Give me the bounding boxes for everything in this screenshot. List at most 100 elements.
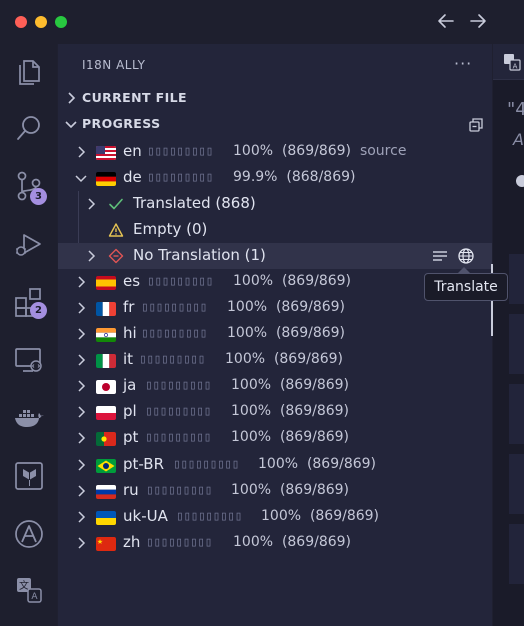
progress-bar: ▯▯▯▯▯▯▯▯▯ [173, 457, 239, 472]
section-progress[interactable]: PROGRESS [58, 113, 492, 137]
de-empty-row[interactable]: Empty (0) [58, 217, 492, 243]
remote-explorer-icon[interactable] [11, 342, 47, 378]
locale-code: en [123, 142, 142, 160]
locale-stats: 100% (869/869) [231, 377, 349, 393]
collapse-all-icon[interactable] [468, 117, 484, 133]
locale-count: (869/869) [275, 325, 346, 341]
run-debug-icon[interactable] [11, 226, 47, 262]
locale-row-en[interactable]: en ▯▯▯▯▯▯▯▯▯ 100% (869/869) source [58, 139, 492, 165]
locale-count: (869/869) [281, 534, 352, 550]
progress-bar: ▯▯▯▯▯▯▯▯▯ [145, 378, 211, 393]
de-translated-row[interactable]: Translated (868) [58, 191, 492, 217]
locale-code: de [123, 168, 142, 186]
chevron-right-icon [78, 276, 86, 288]
locale-row-it[interactable]: it ▯▯▯▯▯▯▯▯▯ 100% (869/869) [58, 347, 492, 373]
france-flag-icon [96, 302, 116, 316]
locale-percent: 100% [231, 429, 272, 445]
locale-code: zh [123, 533, 141, 551]
italy-flag-icon [96, 354, 116, 368]
progress-bar: ▯▯▯▯▯▯▯▯▯ [176, 509, 242, 524]
editor-panel-block [509, 524, 524, 584]
de-no-translation-row[interactable]: No Translation (1) [58, 243, 492, 269]
terraform-icon[interactable] [11, 458, 47, 494]
locale-stats: 100% (869/869) [233, 534, 351, 550]
chevron-right-icon [78, 511, 86, 523]
back-arrow-icon[interactable] [435, 10, 457, 32]
search-icon[interactable] [11, 110, 47, 146]
locale-percent: 99.9% [233, 169, 278, 185]
poland-flag-icon [96, 406, 116, 420]
locale-count: (869/869) [279, 429, 350, 445]
i18n-ally-sidebar: I18N ALLY ··· CURRENT FILE PROGRESS en ▯… [58, 44, 493, 626]
locale-row-zh[interactable]: zh ▯▯▯▯▯▯▯▯▯ 100% (869/869) [58, 530, 492, 556]
locale-stats: 100% (869/869) [233, 273, 351, 289]
extensions-badge: 2 [30, 302, 47, 319]
activity-bar: 3 2 文 A [0, 44, 57, 626]
minimize-window-button[interactable] [35, 16, 47, 28]
chevron-right-icon [78, 354, 86, 366]
forward-arrow-icon[interactable] [467, 10, 489, 32]
locale-stats: 100% (869/869) [227, 299, 345, 315]
editor-panel-block [509, 254, 524, 304]
translate-tooltip: Translate [424, 273, 508, 301]
locale-stats: 100% (869/869) [258, 456, 376, 472]
progress-bar: ▯▯▯▯▯▯▯▯▯ [145, 430, 211, 445]
section-current-file[interactable]: CURRENT FILE [58, 87, 492, 111]
locale-row-hi[interactable]: hi ▯▯▯▯▯▯▯▯▯ 100% (869/869) [58, 321, 492, 347]
empty-label: Empty (0) [133, 220, 208, 238]
ukraine-flag-icon [96, 511, 116, 525]
locale-row-pt-br[interactable]: pt-BR ▯▯▯▯▯▯▯▯▯ 100% (869/869) [58, 452, 492, 478]
locale-percent: 100% [233, 534, 274, 550]
svg-text:A: A [31, 592, 38, 602]
germany-flag-icon [96, 172, 116, 186]
list-lines-icon[interactable] [431, 247, 449, 265]
locale-code: ru [123, 481, 139, 499]
locale-percent: 100% [233, 143, 274, 159]
locale-row-de[interactable]: de ▯▯▯▯▯▯▯▯▯ 99.9% (868/869) [58, 165, 492, 191]
locale-code: fr [123, 298, 135, 316]
globe-icon [516, 175, 524, 187]
locale-code: pt [123, 428, 139, 446]
spain-flag-icon [96, 276, 116, 290]
locale-stats: 100% (869/869) [227, 325, 345, 341]
locale-row-pl[interactable]: pl ▯▯▯▯▯▯▯▯▯ 100% (869/869) [58, 399, 492, 425]
more-actions-button[interactable]: ··· [454, 54, 472, 73]
locale-row-uk-ua[interactable]: uk-UA ▯▯▯▯▯▯▯▯▯ 100% (869/869) [58, 504, 492, 530]
editor-code-fragment: "4 [507, 99, 524, 120]
locale-count: (869/869) [275, 299, 346, 315]
chevron-down-icon [65, 121, 77, 129]
chevron-right-icon [78, 380, 86, 392]
locale-code: es [123, 272, 141, 290]
source-control-badge: 3 [30, 188, 47, 205]
locale-code: hi [123, 324, 137, 342]
locale-row-ru[interactable]: ru ▯▯▯▯▯▯▯▯▯ 100% (869/869) [58, 478, 492, 504]
locale-row-ja[interactable]: ja ▯▯▯▯▯▯▯▯▯ 100% (869/869) [58, 373, 492, 399]
zoom-window-button[interactable] [55, 16, 67, 28]
chevron-right-icon [78, 328, 86, 340]
locale-stats: 99.9% (868/869) [233, 169, 355, 185]
section-label: PROGRESS [82, 116, 161, 131]
docker-icon[interactable] [11, 400, 47, 436]
vscode-window: 3 2 文 A I18N ALLY ··· CURRENT FILE PROGR… [0, 0, 524, 626]
explorer-icon[interactable] [11, 54, 47, 90]
angular-icon[interactable] [11, 516, 47, 552]
us-flag-icon [96, 146, 116, 160]
globe-translate-icon[interactable] [457, 247, 475, 265]
locale-code: it [123, 350, 134, 368]
locale-row-pt[interactable]: pt ▯▯▯▯▯▯▯▯▯ 100% (869/869) [58, 425, 492, 451]
chevron-right-icon [78, 537, 86, 549]
editor-panel-block [509, 454, 524, 514]
locale-stats: 100% (869/869) [231, 429, 349, 445]
i18n-ally-icon[interactable]: 文 A [11, 572, 47, 608]
locale-percent: 100% [233, 273, 274, 289]
editor-area: A "4 A [493, 44, 524, 626]
locale-code: uk-UA [123, 507, 168, 525]
locale-stats: 100% (869/869) source [233, 143, 406, 159]
close-window-button[interactable] [15, 16, 27, 28]
locale-stats: 100% (869/869) [231, 403, 349, 419]
locale-percent: 100% [231, 482, 272, 498]
translated-label: Translated (868) [133, 194, 256, 212]
locale-percent: 100% [225, 351, 266, 367]
progress-bar: ▯▯▯▯▯▯▯▯▯ [141, 300, 207, 315]
locale-count: (869/869) [279, 482, 350, 498]
